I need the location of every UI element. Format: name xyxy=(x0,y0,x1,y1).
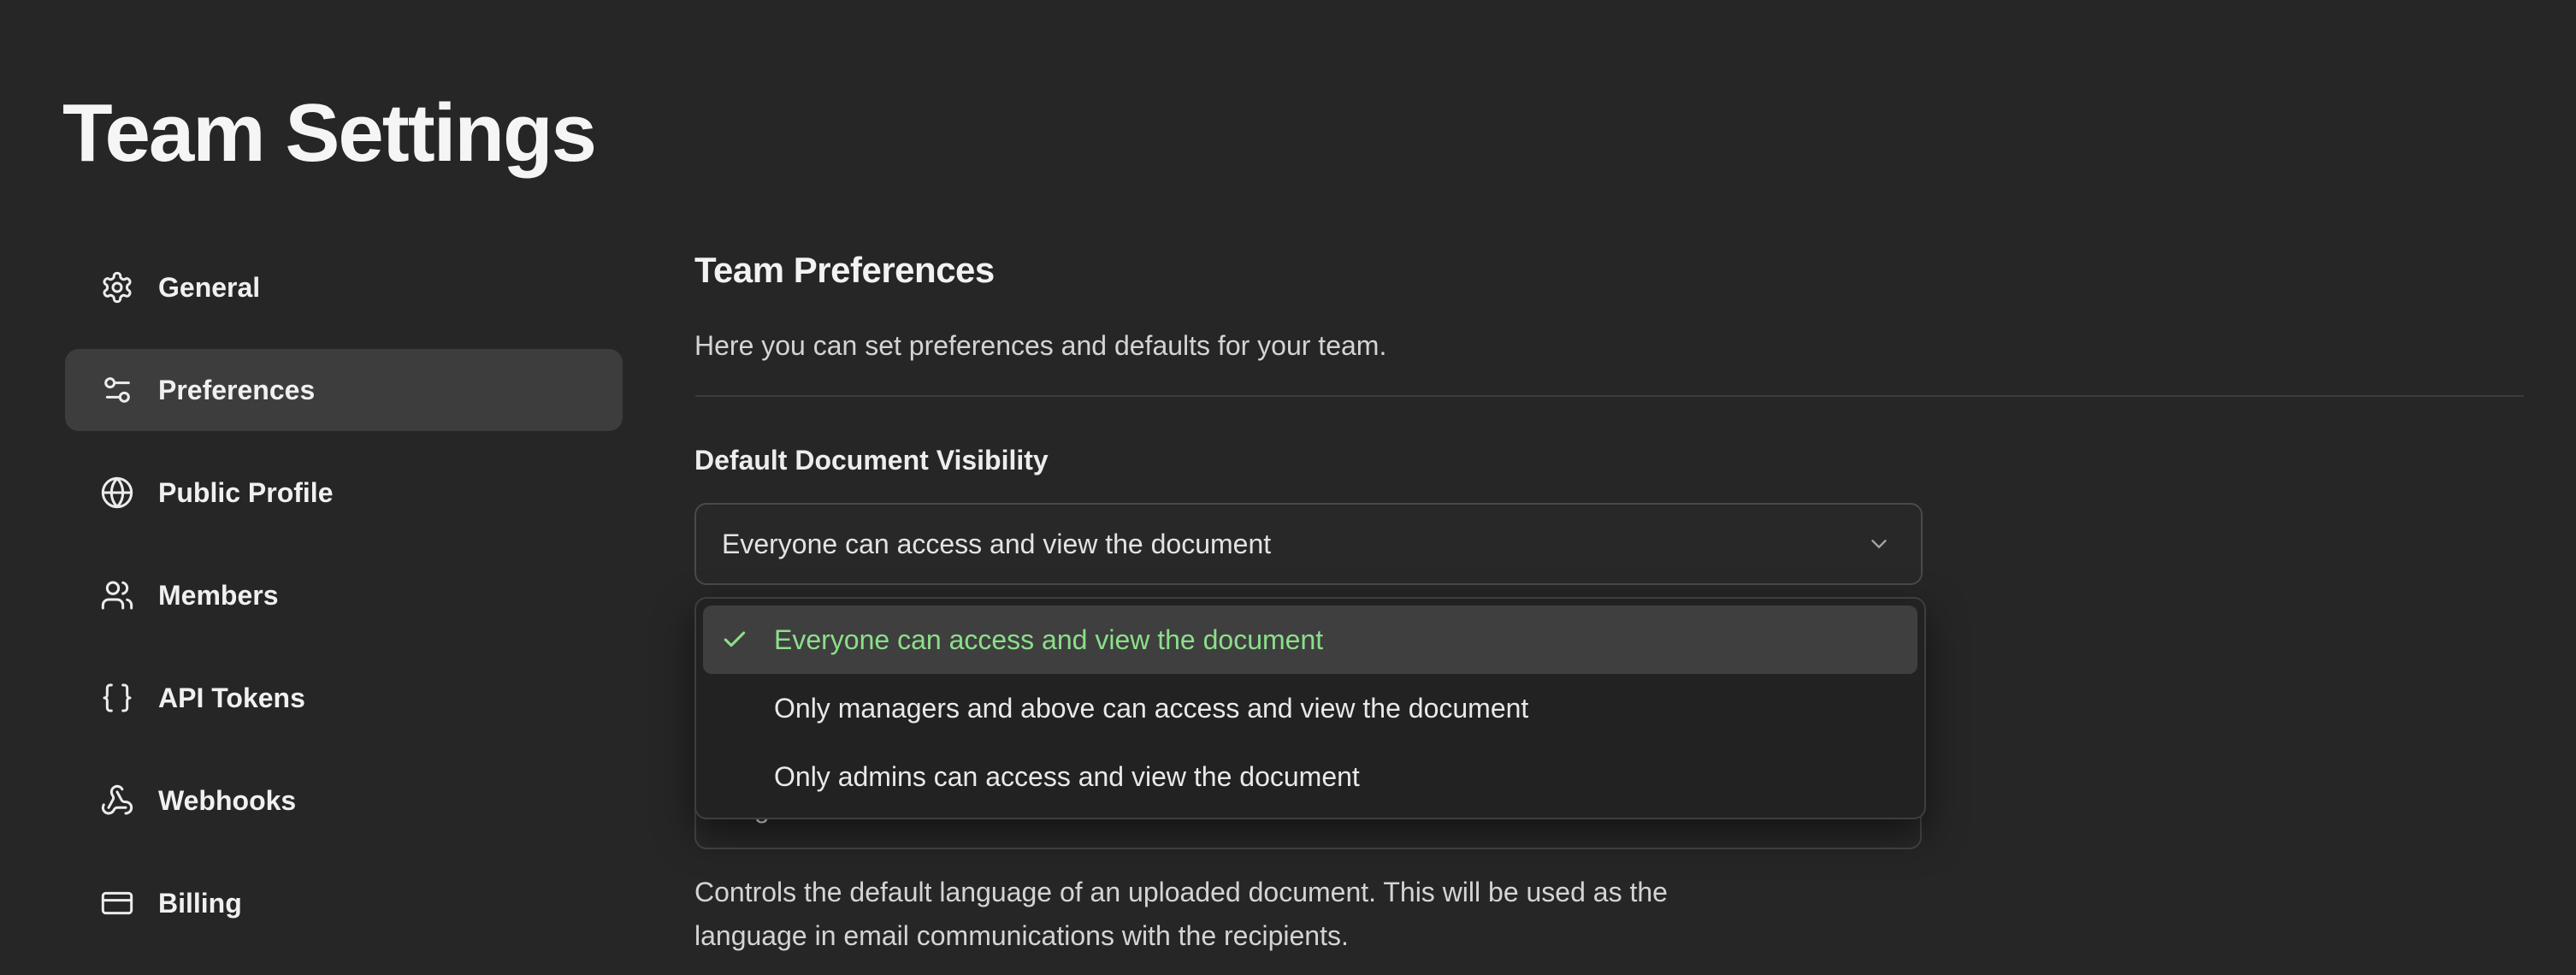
gear-icon xyxy=(100,270,134,304)
sidebar-item-webhooks[interactable]: Webhooks xyxy=(65,759,623,842)
sidebar-item-label: Public Profile xyxy=(158,477,333,509)
sidebar-item-label: Billing xyxy=(158,888,242,919)
webhook-icon xyxy=(100,783,134,818)
visibility-dropdown-menu: Everyone can access and view the documen… xyxy=(694,597,1926,819)
check-icon xyxy=(721,626,748,653)
dropdown-option-label: Only managers and above can access and v… xyxy=(774,693,1528,724)
visibility-select[interactable]: Everyone can access and view the documen… xyxy=(694,503,1923,585)
team-settings-page: Team Settings General Preferences Public… xyxy=(0,0,2576,975)
sidebar-item-api-tokens[interactable]: API Tokens xyxy=(65,657,623,739)
dropdown-option-label: Only admins can access and view the docu… xyxy=(774,761,1360,793)
sidebar-item-members[interactable]: Members xyxy=(65,554,623,636)
globe-icon xyxy=(100,476,134,510)
chevron-down-icon xyxy=(1866,531,1892,557)
section-heading: Team Preferences xyxy=(694,250,995,291)
sidebar-item-label: Webhooks xyxy=(158,785,296,817)
dropdown-option-label: Everyone can access and view the documen… xyxy=(774,624,1323,656)
dropdown-option-managers[interactable]: Only managers and above can access and v… xyxy=(703,674,1917,742)
sidebar-item-preferences[interactable]: Preferences xyxy=(65,349,623,431)
section-divider xyxy=(695,395,2524,397)
visibility-select-value: Everyone can access and view the documen… xyxy=(722,529,1852,560)
section-description: Here you can set preferences and default… xyxy=(694,330,1386,362)
dropdown-option-everyone[interactable]: Everyone can access and view the documen… xyxy=(703,606,1917,674)
sidebar-item-public-profile[interactable]: Public Profile xyxy=(65,452,623,534)
credit-card-icon xyxy=(100,886,134,920)
sidebar-item-label: Members xyxy=(158,580,279,612)
sidebar-item-label: API Tokens xyxy=(158,682,305,714)
page-title: Team Settings xyxy=(62,89,595,178)
language-field-help-text: Controls the default language of an uplo… xyxy=(694,871,1668,958)
braces-icon xyxy=(100,681,134,715)
dropdown-option-admins[interactable]: Only admins can access and view the docu… xyxy=(703,742,1917,811)
sidebar-item-label: Preferences xyxy=(158,375,315,406)
settings-sidebar: General Preferences Public Profile Membe… xyxy=(65,246,623,965)
sliders-icon xyxy=(100,373,134,407)
sidebar-item-label: General xyxy=(158,272,260,304)
users-icon xyxy=(100,578,134,612)
sidebar-item-billing[interactable]: Billing xyxy=(65,862,623,944)
sidebar-item-general[interactable]: General xyxy=(65,246,623,328)
visibility-field-label: Default Document Visibility xyxy=(694,445,1049,476)
